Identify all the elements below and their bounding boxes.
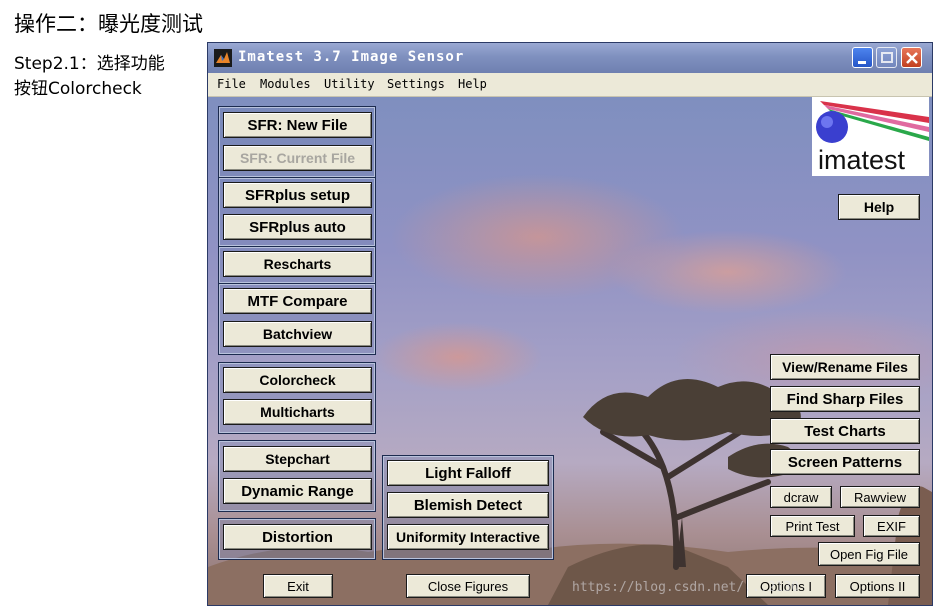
print-test-button[interactable]: Print Test <box>770 515 855 537</box>
open-fig-file-button[interactable]: Open Fig File <box>818 542 920 566</box>
options-2-button[interactable]: Options II <box>835 574 920 598</box>
uniformity-interactive-button[interactable]: Uniformity Interactive <box>387 524 549 550</box>
title-bar[interactable]: Imatest 3.7 Image Sensor <box>208 43 932 73</box>
colorcheck-button[interactable]: Colorcheck <box>223 367 372 393</box>
screen-patterns-button[interactable]: Screen Patterns <box>770 449 920 475</box>
sfrplus-setup-button[interactable]: SFRplus setup <box>223 182 372 208</box>
exif-button[interactable]: EXIF <box>863 515 920 537</box>
matlab-icon <box>214 49 232 67</box>
minimize-icon <box>858 61 866 64</box>
test-charts-button[interactable]: Test Charts <box>770 418 920 444</box>
step-line-1: Step2.1：选择功能 <box>14 54 165 74</box>
multicharts-button[interactable]: Multicharts <box>223 399 372 425</box>
find-sharp-files-button[interactable]: Find Sharp Files <box>770 386 920 412</box>
help-button[interactable]: Help <box>838 194 920 220</box>
logo-text: imatest <box>818 145 906 175</box>
step-line-2: 按钮Colorcheck <box>14 79 142 99</box>
exit-button[interactable]: Exit <box>263 574 333 598</box>
minimize-button[interactable] <box>852 47 873 68</box>
distortion-button[interactable]: Distortion <box>223 524 372 550</box>
menu-bar: File Modules Utility Settings Help <box>208 73 932 97</box>
close-figures-button[interactable]: Close Figures <box>406 574 530 598</box>
menu-settings[interactable]: Settings <box>387 77 445 91</box>
sfr-current-file-button[interactable]: SFR: Current File <box>223 145 372 171</box>
maximize-icon <box>881 52 893 63</box>
menu-utility[interactable]: Utility <box>324 77 375 91</box>
dynamic-range-button[interactable]: Dynamic Range <box>223 478 372 504</box>
mtf-compare-button[interactable]: MTF Compare <box>223 288 372 314</box>
close-button[interactable] <box>901 47 922 68</box>
maximize-button[interactable] <box>876 47 897 68</box>
main-panel: imatest SFR: New File SFR: Current File … <box>208 97 932 605</box>
rescharts-button[interactable]: Rescharts <box>223 251 372 277</box>
light-falloff-button[interactable]: Light Falloff <box>387 460 549 486</box>
imatest-logo: imatest <box>812 97 929 176</box>
menu-modules[interactable]: Modules <box>260 77 311 91</box>
sfr-new-file-button[interactable]: SFR: New File <box>223 112 372 138</box>
window-title: Imatest 3.7 Image Sensor <box>238 49 465 65</box>
page-heading: 操作二：曝光度测试 <box>14 12 203 36</box>
view-rename-files-button[interactable]: View/Rename Files <box>770 354 920 380</box>
sfrplus-auto-button[interactable]: SFRplus auto <box>223 214 372 240</box>
imatest-window: Imatest 3.7 Image Sensor File Modules Ut… <box>208 43 932 605</box>
menu-file[interactable]: File <box>217 77 246 91</box>
blemish-detect-button[interactable]: Blemish Detect <box>387 492 549 518</box>
step-instruction: Step2.1：选择功能 按钮Colorcheck <box>14 52 204 102</box>
watermark: https://blog.csdn.net/...2130 <box>572 580 799 595</box>
dcraw-button[interactable]: dcraw <box>770 486 832 508</box>
rawview-button[interactable]: Rawview <box>840 486 920 508</box>
batchview-button[interactable]: Batchview <box>223 321 372 347</box>
menu-help[interactable]: Help <box>458 77 487 91</box>
close-icon <box>906 52 918 64</box>
stepchart-button[interactable]: Stepchart <box>223 446 372 472</box>
